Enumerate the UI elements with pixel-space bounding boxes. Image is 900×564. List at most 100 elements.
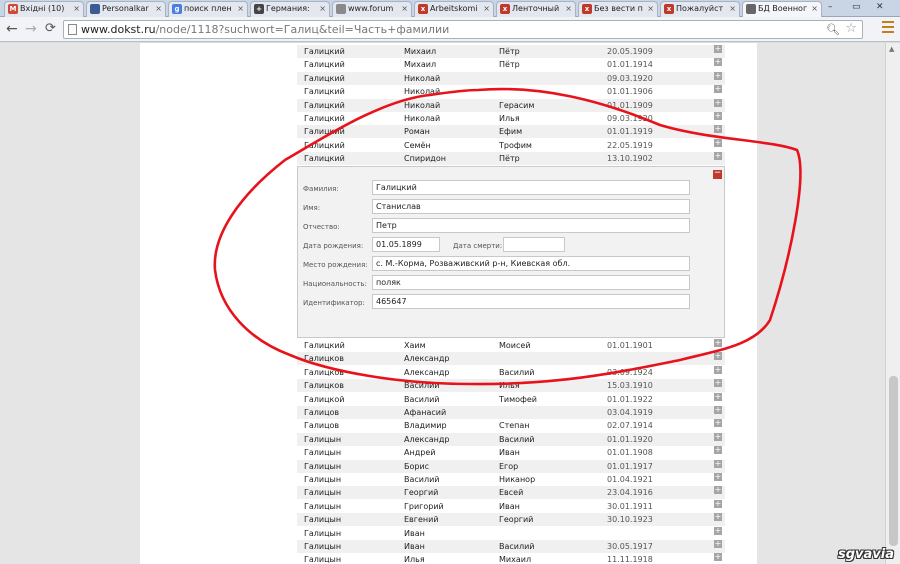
scrollbar-thumb[interactable] (889, 376, 898, 546)
tab[interactable]: www.forum × (332, 1, 412, 17)
expand-icon[interactable]: + (714, 138, 722, 147)
expand-icon[interactable]: + (714, 152, 722, 161)
name-cell: Иван (404, 542, 425, 551)
expand-icon[interactable]: + (714, 125, 722, 134)
table-row[interactable]: Галицков Василий Илья 15.03.1910 + (297, 379, 725, 393)
menu-icon[interactable] (882, 21, 894, 35)
tab[interactable]: x Arbeitskomi × (414, 1, 494, 17)
expand-icon[interactable]: + (714, 446, 722, 455)
expand-icon[interactable]: + (714, 513, 722, 522)
table-row[interactable]: Галицкий Николай Илья 09.03.1920 + (297, 112, 725, 125)
close-tab-icon[interactable]: × (319, 2, 326, 16)
table-row[interactable]: Галицын Григорий Иван 30.01.1911 + (297, 499, 725, 513)
close-tab-icon[interactable]: × (155, 2, 162, 16)
tab[interactable]: + Германия: × (250, 1, 330, 17)
forward-icon[interactable]: → (25, 20, 37, 38)
table-row[interactable]: Галицын Евгений Георгий 30.10.1923 + (297, 513, 725, 527)
back-icon[interactable]: ← (6, 20, 18, 38)
identifier-field[interactable]: 465647 (372, 294, 690, 309)
expand-icon[interactable]: + (714, 71, 722, 80)
table-row[interactable]: Галицкий Спиридон Пётр 13.10.1902 + (297, 152, 725, 166)
address-bar[interactable]: www.dokst.ru/node/1118?suchwort=Галиц&te… (63, 20, 863, 39)
zoom-icon[interactable]: 🔍︎ (826, 21, 840, 38)
close-tab-icon[interactable]: × (401, 2, 408, 16)
table-row[interactable]: Галицкий Николай 01.01.1906 + (297, 85, 725, 98)
table-row[interactable]: Галицын Александр Василий 01.01.1920 + (297, 432, 725, 446)
close-tab-icon[interactable]: × (73, 2, 80, 16)
expand-icon[interactable]: + (714, 392, 722, 401)
table-row[interactable]: Галицкой Василий Тимофей 01.01.1922 + (297, 392, 725, 406)
close-tab-icon[interactable]: × (647, 2, 654, 16)
close-window-icon[interactable]: ✕ (876, 0, 884, 14)
expand-icon[interactable]: + (714, 365, 722, 374)
expand-icon[interactable]: + (714, 85, 722, 94)
maximize-icon[interactable]: ▭ (852, 0, 861, 14)
tab[interactable]: g поиск плен × (168, 1, 248, 17)
table-row[interactable]: Галицкий Михаил Пётр 20.05.1909 + (297, 45, 725, 58)
tab[interactable]: x Ленточный × (496, 1, 576, 17)
table-row[interactable]: Галицкий Роман Ефим 01.01.1919 + (297, 125, 725, 139)
table-row[interactable]: Галицкий Николай 09.03.1920 + (297, 71, 725, 85)
table-row[interactable]: Галицын Илья Михаил 11.11.1918 + (297, 553, 725, 564)
expand-icon[interactable]: + (714, 499, 722, 508)
close-tab-icon[interactable]: × (237, 2, 244, 16)
tab[interactable]: x Без вести п × (578, 1, 658, 17)
surname-cell: Галицын (304, 461, 342, 471)
table-row[interactable]: Галицын Георгий Евсей 23.04.1916 + (297, 486, 725, 500)
close-tab-icon[interactable]: × (811, 2, 818, 16)
minimize-icon[interactable]: – (828, 0, 833, 14)
nationality-field[interactable]: поляк (372, 275, 690, 290)
table-row[interactable]: Галицын Василий Никанор 01.04.1921 + (297, 473, 725, 486)
expand-icon[interactable]: + (714, 473, 722, 481)
table-row[interactable]: Галицын Борис Егор 01.01.1917 + (297, 459, 725, 473)
tab[interactable]: M Вхідні (10) × (4, 1, 84, 17)
patronymic-field[interactable]: Петр (372, 218, 690, 233)
table-row[interactable]: Галицов Владимир Степан 02.07.1914 + (297, 419, 725, 432)
tab[interactable]: x Пожалуйст × (660, 1, 740, 17)
death-date-field[interactable] (503, 237, 565, 252)
table-row[interactable]: Галицын Андрей Иван 01.01.1908 + (297, 446, 725, 459)
expand-icon[interactable]: + (714, 553, 722, 562)
bookmark-star-icon[interactable]: ☆ (845, 20, 857, 37)
expand-icon[interactable]: + (714, 112, 722, 120)
table-row[interactable]: Галицкий Николай Герасим 01.01.1909 + (297, 98, 725, 112)
expand-icon[interactable]: + (714, 406, 722, 414)
expand-icon[interactable]: + (714, 352, 722, 361)
table-row[interactable]: Галицков Александр + (297, 352, 725, 366)
expand-icon[interactable]: + (714, 339, 722, 347)
close-tab-icon[interactable]: × (729, 2, 736, 16)
expand-icon[interactable]: + (714, 526, 722, 535)
expand-icon[interactable]: + (714, 486, 722, 495)
table-row[interactable]: Галицов Афанасий 03.04.1919 + (297, 406, 725, 419)
expand-icon[interactable]: + (714, 45, 722, 53)
surname-field[interactable]: Галицкий (372, 180, 690, 195)
expand-icon[interactable]: + (714, 432, 722, 441)
tab[interactable]: Personalkar × (86, 1, 166, 17)
expand-icon[interactable]: + (714, 419, 722, 428)
expand-icon[interactable]: + (714, 540, 722, 548)
reload-icon[interactable]: ⟳ (45, 20, 56, 38)
table-row[interactable]: Галицкий Михаил Пётр 01.01.1914 + (297, 58, 725, 71)
page-icon (90, 4, 100, 14)
vertical-scrollbar[interactable]: ▲ (885, 43, 900, 564)
table-row[interactable]: Галицкий Семён Трофим 22.05.1919 + (297, 138, 725, 152)
table-row[interactable]: Галицын Иван Василий 30.05.1917 + (297, 540, 725, 553)
tab-label: Personalkar (102, 4, 149, 13)
scroll-up-icon[interactable]: ▲ (889, 45, 894, 53)
collapse-icon[interactable]: − (713, 169, 722, 179)
expand-icon[interactable]: + (714, 459, 722, 468)
table-row[interactable]: Галицков Александр Василий 03.09.1924 + (297, 365, 725, 379)
surname-cell: Галицкой (304, 394, 345, 404)
close-tab-icon[interactable]: × (483, 2, 490, 16)
close-tab-icon[interactable]: × (565, 2, 572, 16)
expand-icon[interactable]: + (714, 58, 722, 67)
birth-date-field[interactable]: 01.05.1899 (372, 237, 440, 252)
table-row[interactable]: Галицын Иван + (297, 526, 725, 540)
birth-date-cell: 03.09.1924 (607, 367, 653, 377)
birth-place-field[interactable]: с. М.-Корма, Розваживский р-н, Киевская … (372, 256, 690, 271)
table-row[interactable]: Галицкий Хаим Моисей 01.01.1901 + (297, 339, 725, 352)
expand-icon[interactable]: + (714, 379, 722, 388)
tab[interactable]: БД Военног × (742, 1, 822, 17)
expand-icon[interactable]: + (714, 98, 722, 107)
name-field[interactable]: Станислав (372, 199, 690, 214)
